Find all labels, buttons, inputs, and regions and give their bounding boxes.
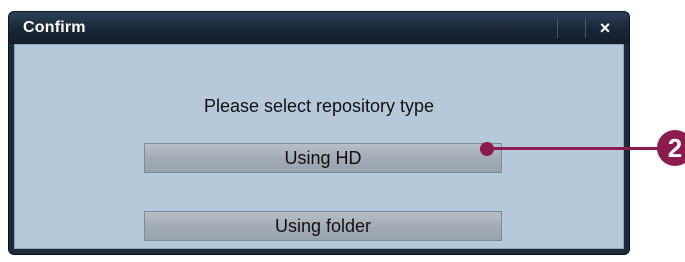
- confirm-dialog: Confirm × Please select repository type …: [9, 12, 629, 254]
- callout-number-badge: 2: [657, 130, 685, 166]
- using-folder-button[interactable]: Using folder: [144, 211, 502, 241]
- dialog-title: Confirm: [23, 19, 86, 36]
- using-hd-button[interactable]: Using HD: [144, 143, 502, 173]
- callout-dot: [480, 142, 494, 156]
- callout-line: [487, 147, 660, 150]
- titlebar-divider: [557, 18, 558, 38]
- close-icon[interactable]: ×: [595, 16, 615, 40]
- titlebar-divider: [585, 18, 586, 38]
- dialog-titlebar: Confirm ×: [9, 12, 629, 44]
- dialog-message: Please select repository type: [203, 96, 435, 116]
